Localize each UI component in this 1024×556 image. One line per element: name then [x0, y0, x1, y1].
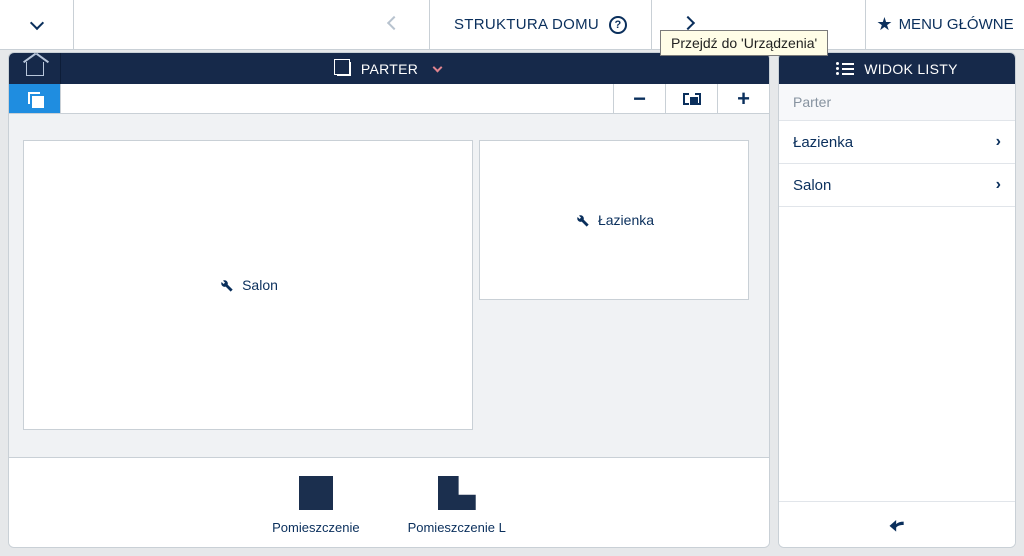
list-view-pane: WIDOK LISTY Parter Łazienka › Salon ›	[778, 52, 1016, 548]
floor-header: PARTER	[9, 53, 769, 84]
list-view-title: WIDOK LISTY	[864, 61, 958, 77]
shape-palette: Pomieszczenie Pomieszczenie L	[9, 457, 769, 547]
chevron-down-icon	[433, 62, 443, 72]
list-item-label: Łazienka	[793, 134, 853, 151]
list-section-label: Parter	[779, 84, 1015, 121]
workspace: PARTER − + Salon	[8, 52, 1016, 548]
list-empty-area	[779, 207, 1015, 501]
nav-forward-tooltip: Przejdź do 'Urządzenia'	[660, 30, 828, 56]
floorplan-canvas[interactable]: Salon Łazienka	[9, 114, 769, 457]
palette-room-rect[interactable]: Pomieszczenie	[272, 476, 359, 535]
layers-tab[interactable]	[9, 84, 61, 113]
chevron-right-icon: ›	[996, 133, 1001, 151]
wrench-icon	[218, 277, 234, 293]
l-shape-icon	[438, 476, 476, 510]
chevron-right-icon	[681, 15, 695, 29]
zoom-in-button[interactable]: +	[717, 84, 769, 113]
floor-label-text: PARTER	[361, 61, 418, 77]
list-view-header: WIDOK LISTY	[779, 53, 1015, 84]
list-icon	[836, 62, 854, 75]
list-footer	[779, 501, 1015, 547]
top-nav: STRUKTURA DOMU ? ★ MENU GŁÓWNE	[0, 0, 1024, 50]
palette-rect-label: Pomieszczenie	[272, 520, 359, 535]
palette-room-lshape[interactable]: Pomieszczenie L	[408, 476, 506, 535]
nav-title-text: STRUKTURA DOMU	[454, 16, 599, 33]
star-icon: ★	[876, 14, 892, 35]
floorplan-icon	[337, 62, 351, 76]
chevron-right-icon: ›	[996, 176, 1001, 194]
zoom-fit-button[interactable]	[665, 84, 717, 113]
help-icon[interactable]: ?	[609, 16, 627, 34]
chevron-left-icon	[386, 15, 400, 29]
list-item-label: Salon	[793, 177, 831, 194]
nav-spacer	[74, 0, 358, 49]
list-item[interactable]: Salon ›	[779, 164, 1015, 207]
floor-selector[interactable]: PARTER	[337, 61, 441, 77]
nav-title: STRUKTURA DOMU ?	[430, 0, 652, 49]
square-shape-icon	[299, 476, 333, 510]
room-salon-label: Salon	[242, 277, 278, 293]
room-lazienka[interactable]: Łazienka	[479, 140, 749, 300]
canvas-toolbar: − +	[9, 84, 769, 114]
floorplan-pane: PARTER − + Salon	[8, 52, 770, 548]
wrench-icon	[574, 212, 590, 228]
palette-lshape-label: Pomieszczenie L	[408, 520, 506, 535]
room-lazienka-label: Łazienka	[598, 212, 654, 228]
fit-screen-icon	[683, 93, 701, 105]
main-menu-label: MENU GŁÓWNE	[899, 16, 1014, 33]
nav-dropdown-button[interactable]	[0, 0, 74, 49]
layers-icon	[28, 92, 42, 106]
nav-back-button[interactable]	[358, 0, 430, 49]
back-button[interactable]	[886, 515, 908, 535]
chevron-down-icon	[29, 15, 43, 29]
toolbar-spacer	[61, 84, 613, 113]
main-menu-button[interactable]: ★ MENU GŁÓWNE	[866, 0, 1024, 49]
zoom-out-button[interactable]: −	[613, 84, 665, 113]
home-button[interactable]	[9, 53, 61, 84]
room-salon[interactable]: Salon	[23, 140, 473, 430]
list-item[interactable]: Łazienka ›	[779, 121, 1015, 164]
home-icon	[26, 62, 44, 76]
